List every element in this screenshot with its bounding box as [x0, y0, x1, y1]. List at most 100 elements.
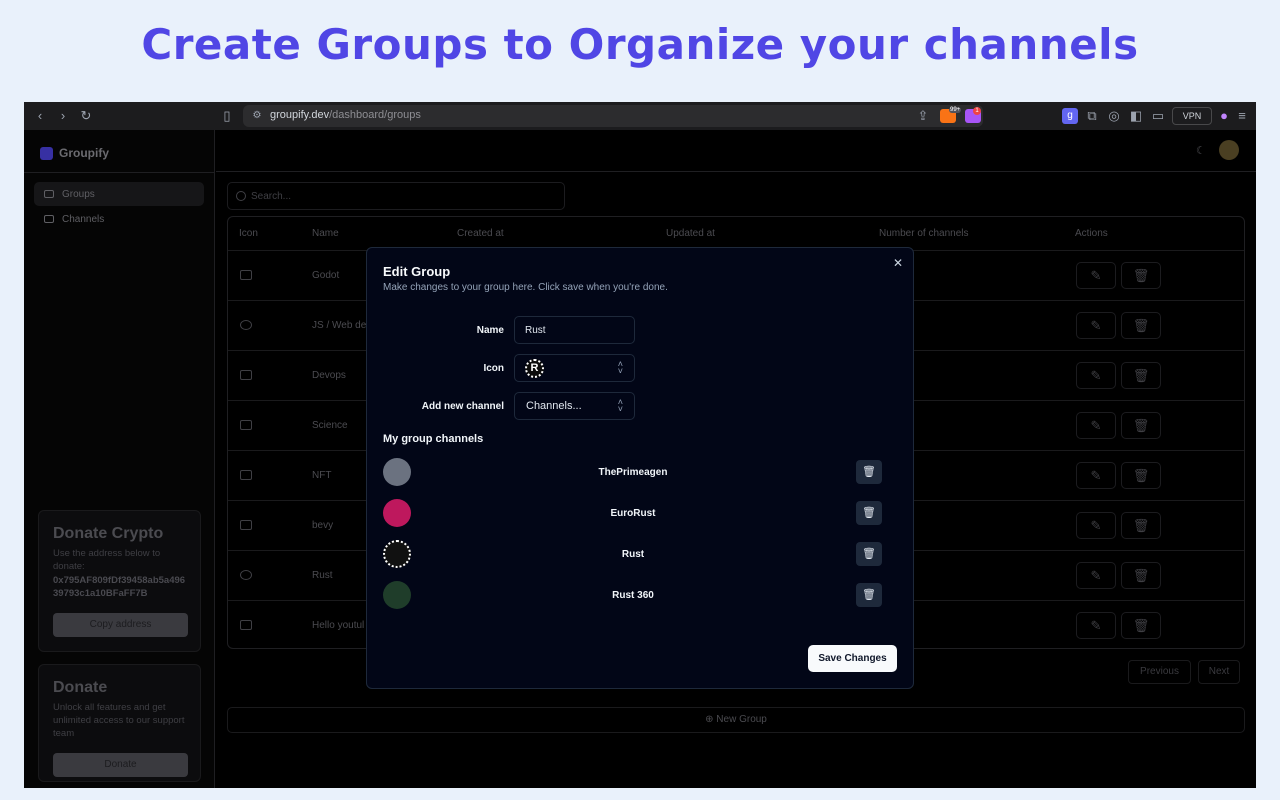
group-name: Devops [312, 370, 346, 381]
card-body: Unlock all features and get unlimited ac… [53, 702, 185, 739]
hero-title: Create Groups to Organize your channels [141, 20, 1139, 69]
rust-icon [240, 570, 252, 580]
reload-icon[interactable]: ↻ [78, 108, 94, 124]
icon-label: Icon [483, 363, 504, 374]
leo-ai-icon[interactable]: ● [1216, 108, 1232, 124]
column-header: Created at [457, 228, 504, 239]
group-name: NFT [312, 470, 332, 481]
site-settings-icon[interactable]: ⚙ [249, 108, 265, 124]
delete-button[interactable]: 🗑 [1121, 612, 1161, 639]
column-header: Updated at [666, 228, 715, 239]
chevron-up-down-icon: ˄ ˅ [617, 359, 623, 376]
delete-button[interactable]: 🗑 [1121, 362, 1161, 389]
donate-button[interactable]: Donate [53, 753, 188, 777]
delete-channel-button[interactable]: 🗑 [856, 583, 882, 607]
dialog-title: Edit Group [383, 264, 451, 279]
edit-button[interactable]: ✎ [1076, 512, 1116, 539]
search-input[interactable]: Search... [227, 182, 565, 210]
alert-badge: 1 [973, 107, 981, 115]
rust-icon: R [525, 359, 544, 378]
new-group-button[interactable]: ⊕ New Group [227, 707, 1245, 733]
app-name: Groupify [59, 146, 109, 160]
bookmark-icon[interactable]: ▯ [219, 108, 235, 124]
share-icon[interactable]: ⇪ [915, 108, 931, 124]
search-placeholder: Search... [251, 191, 292, 202]
bird-icon [240, 520, 252, 530]
vpn-button[interactable]: VPN [1172, 107, 1212, 125]
sidebar-item-label: Groups [62, 188, 95, 200]
add-channel-value: Channels... [526, 400, 582, 412]
edit-button[interactable]: ✎ [1076, 312, 1116, 339]
column-header: Actions [1075, 228, 1108, 239]
menu-icon[interactable]: ≡ [1234, 108, 1250, 124]
groupify-extension-icon[interactable]: g [1062, 108, 1078, 124]
url-text: groupify.dev/dashboard/groups [270, 109, 421, 121]
edit-button[interactable]: ✎ [1076, 462, 1116, 489]
video-icon [44, 190, 54, 198]
donate-card: Donate Unlock all features and get unlim… [38, 664, 201, 782]
delete-button[interactable]: 🗑 [1121, 562, 1161, 589]
app-header: ☾ [216, 130, 1256, 172]
delete-channel-button[interactable]: 🗑 [856, 460, 882, 484]
forward-icon[interactable]: › [55, 108, 71, 124]
delete-channel-button[interactable]: 🗑 [856, 542, 882, 566]
column-header: Icon [239, 228, 258, 239]
edit-button[interactable]: ✎ [1076, 612, 1116, 639]
channel-avatar [383, 499, 411, 527]
delete-button[interactable]: 🗑 [1121, 412, 1161, 439]
sidebar: Groupify Groups Channels Donate Crypto U… [24, 130, 215, 788]
channel-avatar [383, 581, 411, 609]
sidebar-item-label: Channels [62, 213, 105, 225]
crypto-address: 0x795AF809fDf39458ab5a49639793c1a10BFaFF… [53, 575, 186, 599]
add-channel-select[interactable]: Channels... ˄ ˅ [514, 392, 635, 420]
name-label: Name [476, 325, 504, 336]
channel-name: ThePrimeagen [598, 467, 668, 478]
delete-button[interactable]: 🗑 [1121, 312, 1161, 339]
extensions-icon[interactable]: ⧉ [1084, 108, 1100, 124]
save-changes-button[interactable]: Save Changes [808, 645, 897, 672]
group-name: Rust [312, 570, 333, 581]
group-name: bevy [312, 520, 334, 531]
sidebar-toggle-icon[interactable]: ◧ [1128, 108, 1144, 124]
name-field[interactable]: Rust [514, 316, 635, 344]
edit-button[interactable]: ✎ [1076, 262, 1116, 289]
delete-button[interactable]: 🗑 [1121, 512, 1161, 539]
icon-select[interactable]: R ˄ ˅ [514, 354, 635, 382]
add-channel-label: Add new channel [421, 401, 504, 412]
channels-icon [44, 215, 54, 223]
youtube-icon [240, 620, 252, 630]
moon-icon[interactable]: ☾ [1196, 144, 1208, 157]
copy-address-button[interactable]: Copy address [53, 613, 188, 637]
channel-avatar [383, 540, 411, 568]
delete-button[interactable]: 🗑 [1121, 262, 1161, 289]
previous-button[interactable]: Previous [1128, 660, 1191, 684]
divider [24, 172, 215, 173]
edit-button[interactable]: ✎ [1076, 412, 1116, 439]
channel-name: EuroRust [610, 508, 656, 519]
channel-avatar [383, 458, 411, 486]
wallet-icon[interactable]: ▭ [1150, 108, 1166, 124]
address-bar[interactable]: ⚙ groupify.dev/dashboard/groups ⇪ 99+ 1 [243, 105, 983, 127]
close-icon[interactable]: ✕ [892, 257, 904, 269]
delete-channel-button[interactable]: 🗑 [856, 501, 882, 525]
edit-button[interactable]: ✎ [1076, 562, 1116, 589]
group-name: Hello youtul [312, 620, 365, 631]
sidebar-item-groups[interactable]: Groups [34, 182, 204, 206]
brave-badge: 99+ [949, 107, 962, 113]
group-name: Godot [312, 270, 340, 281]
back-icon[interactable]: ‹ [32, 108, 48, 124]
next-button[interactable]: Next [1198, 660, 1240, 684]
card-title: Donate [53, 679, 108, 696]
delete-button[interactable]: 🗑 [1121, 462, 1161, 489]
box-icon [240, 370, 252, 380]
browser-toolbar: ‹ › ↻ ▯ ⚙ groupify.dev/dashboard/groups … [24, 102, 1256, 130]
group-name: Science [312, 420, 348, 431]
app-logo[interactable]: Groupify [40, 144, 109, 162]
edit-group-dialog: ✕ Edit Group Make changes to your group … [366, 247, 914, 689]
edit-button[interactable]: ✎ [1076, 362, 1116, 389]
avatar[interactable] [1219, 140, 1239, 160]
sync-icon[interactable]: ◎ [1106, 108, 1122, 124]
gamepad-icon [240, 270, 252, 280]
sidebar-item-channels[interactable]: Channels [34, 207, 204, 231]
bitcoin-icon [240, 470, 252, 480]
